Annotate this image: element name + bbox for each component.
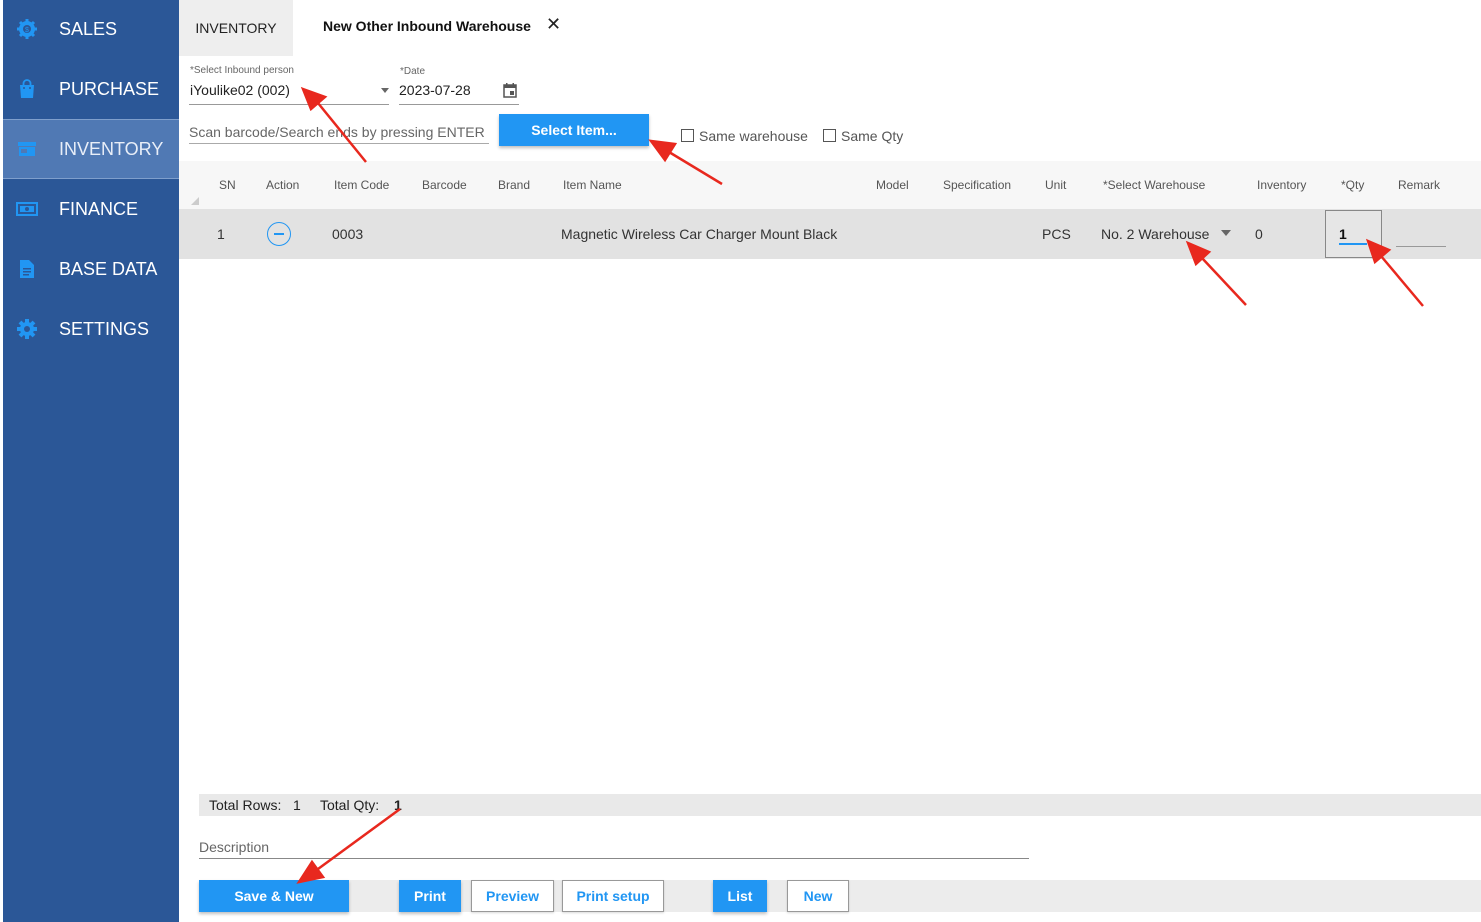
tab-bar: INVENTORY New Other Inbound Warehouse ✕ — [179, 0, 1481, 56]
shopping-bag-icon — [16, 78, 38, 100]
sidebar-item-label: SETTINGS — [59, 318, 150, 339]
tab-new-other-inbound-warehouse[interactable]: New Other Inbound Warehouse — [323, 18, 531, 34]
cell-unit: PCS — [1042, 226, 1071, 242]
sidebar-item-purchase[interactable]: PURCHASE — [3, 60, 179, 118]
date-underline — [399, 104, 519, 105]
column-header-unit: Unit — [1045, 178, 1067, 192]
date-label: *Date — [400, 66, 426, 77]
sidebar-item-label: INVENTORY — [59, 138, 164, 159]
column-header-remark: Remark — [1398, 178, 1441, 192]
column-header-item-code: Item Code — [334, 178, 390, 192]
same-qty-label: Same Qty — [841, 128, 904, 144]
cell-item-name: Magnetic Wireless Car Charger Mount Blac… — [561, 226, 838, 242]
cell-item-code: 0003 — [332, 226, 364, 242]
sidebar-item-label: PURCHASE — [59, 78, 160, 99]
same-warehouse-label: Same warehouse — [699, 128, 808, 144]
store-icon — [16, 138, 38, 160]
column-header-barcode: Barcode — [422, 178, 467, 192]
description-input[interactable] — [199, 836, 1029, 859]
calendar-icon[interactable] — [503, 83, 517, 103]
close-icon[interactable]: ✕ — [546, 14, 561, 35]
sidebar-item-label: BASE DATA — [59, 258, 158, 279]
total-rows-label: Total Rows: — [209, 797, 282, 813]
inbound-person-label: *Select Inbound person — [190, 65, 294, 76]
total-rows-value: 1 — [293, 797, 301, 813]
column-header-qty: *Qty — [1341, 178, 1365, 192]
tab-inventory[interactable]: INVENTORY — [179, 0, 293, 56]
print-button[interactable]: Print — [399, 880, 461, 912]
table-row[interactable]: 1 0003 Magnetic Wireless Car Charger Mou… — [179, 209, 1481, 259]
table-header: SN Action Item Code Barcode Brand Item N… — [179, 161, 1481, 209]
same-warehouse-checkbox[interactable] — [681, 129, 694, 142]
remove-row-icon[interactable] — [267, 222, 291, 246]
qty-input[interactable] — [1339, 225, 1367, 245]
sidebar: $ SALES PURCHASE INVENTORY FINANCE BASE … — [3, 0, 179, 922]
chevron-down-icon[interactable] — [1221, 230, 1231, 236]
inbound-person-select[interactable]: iYoulike02 (002) — [190, 82, 290, 98]
column-header-item-name: Item Name — [563, 178, 622, 192]
document-icon — [16, 258, 38, 280]
column-header-action: Action — [266, 178, 300, 192]
remark-input[interactable] — [1396, 246, 1446, 247]
totals-bar: Total Rows: 1 Total Qty: 1 — [199, 794, 1481, 816]
column-header-brand: Brand — [498, 178, 531, 192]
cell-inventory: 0 — [1255, 226, 1263, 242]
column-header-select-warehouse: *Select Warehouse — [1103, 178, 1206, 192]
sidebar-item-settings[interactable]: SETTINGS — [3, 300, 179, 358]
chevron-down-icon[interactable] — [381, 88, 389, 93]
column-header-inventory: Inventory — [1257, 178, 1307, 192]
same-qty-checkbox[interactable] — [823, 129, 836, 142]
cash-icon — [16, 198, 38, 220]
new-button[interactable]: New — [787, 880, 849, 912]
svg-text:$: $ — [25, 27, 29, 34]
sidebar-item-finance[interactable]: FINANCE — [3, 180, 179, 238]
qty-cell — [1325, 210, 1382, 258]
date-field[interactable]: 2023-07-28 — [399, 82, 471, 98]
scan-barcode-input[interactable] — [189, 121, 489, 144]
sidebar-item-label: FINANCE — [59, 198, 139, 219]
sidebar-item-sales[interactable]: $ SALES — [3, 0, 179, 58]
column-header-sn: SN — [219, 178, 236, 192]
select-item-button[interactable]: Select Item... — [499, 114, 649, 146]
column-header-specification: Specification — [943, 178, 1012, 192]
save-and-new-button[interactable]: Save & New — [199, 880, 349, 912]
inbound-person-underline — [189, 104, 389, 105]
warehouse-select[interactable]: No. 2 Warehouse — [1101, 226, 1209, 242]
print-setup-button[interactable]: Print setup — [562, 880, 664, 912]
sidebar-item-label: SALES — [59, 18, 118, 39]
gear-icon — [16, 318, 38, 340]
column-header-model: Model — [876, 178, 909, 192]
column-resize-handle[interactable] — [191, 197, 199, 205]
cell-sn: 1 — [217, 226, 225, 242]
gear-badge-icon: $ — [16, 18, 38, 40]
sidebar-item-base-data[interactable]: BASE DATA — [3, 240, 179, 298]
sidebar-item-inventory[interactable]: INVENTORY — [3, 119, 179, 179]
preview-button[interactable]: Preview — [471, 880, 554, 912]
total-qty-label: Total Qty: — [320, 797, 380, 813]
list-button[interactable]: List — [713, 880, 767, 912]
total-qty-value: 1 — [394, 797, 402, 813]
